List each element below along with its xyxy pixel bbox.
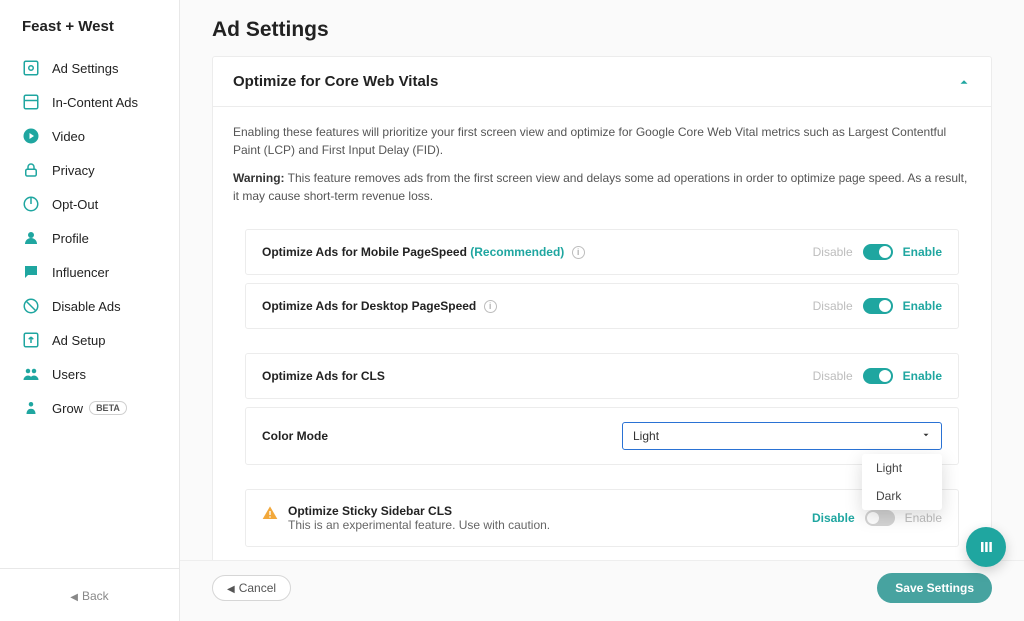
person-icon — [22, 229, 40, 247]
chevron-up-icon — [957, 75, 971, 89]
card-title: Optimize for Core Web Vitals — [233, 73, 438, 90]
brand: Feast + West — [0, 0, 179, 45]
sidebar-item-opt-out[interactable]: Opt-Out — [0, 187, 179, 221]
disable-label: Disable — [813, 299, 853, 313]
disable-label: Disable — [812, 511, 855, 525]
setting-cls: Optimize Ads for CLS Disable Enable — [245, 353, 959, 399]
dropdown-option-light[interactable]: Light — [862, 454, 942, 482]
sidebar-item-grow[interactable]: Grow BETA — [0, 391, 179, 425]
enable-label: Enable — [905, 511, 942, 525]
setting-desktop-pagespeed: Optimize Ads for Desktop PageSpeed i Dis… — [245, 283, 959, 329]
sidebar-item-label: Profile — [52, 231, 89, 246]
sidebar-item-label: Grow — [52, 401, 83, 416]
setting-sticky-sidebar-cls: Optimize Sticky Sidebar CLS This is an e… — [245, 489, 959, 547]
page-title: Ad Settings — [180, 0, 1024, 56]
save-settings-button[interactable]: Save Settings — [877, 573, 992, 603]
sidebar-item-label: Privacy — [52, 163, 95, 178]
sidebar-item-label: Ad Settings — [52, 61, 119, 76]
sidebar-item-label: Video — [52, 129, 85, 144]
enable-label: Enable — [903, 245, 942, 259]
sidebar-item-profile[interactable]: Profile — [0, 221, 179, 255]
toggle-cls[interactable] — [863, 368, 893, 384]
dropdown-option-dark[interactable]: Dark — [862, 482, 942, 510]
enable-label: Enable — [903, 299, 942, 313]
card-warning: Warning: This feature removes ads from t… — [233, 169, 971, 205]
card-description: Enabling these features will prioritize … — [233, 123, 971, 159]
card-header[interactable]: Optimize for Core Web Vitals — [213, 57, 991, 107]
sidebar-item-ad-settings[interactable]: Ad Settings — [0, 51, 179, 85]
setting-label: Color Mode — [262, 429, 328, 443]
chevron-left-icon: ◀ — [227, 584, 235, 595]
setting-label: Optimize Sticky Sidebar CLS — [288, 504, 550, 518]
sidebar-item-privacy[interactable]: Privacy — [0, 153, 179, 187]
power-icon — [22, 195, 40, 213]
disable-label: Disable — [813, 369, 853, 383]
sidebar-item-label: Ad Setup — [52, 333, 106, 348]
settings-group: Optimize Ads for Mobile PageSpeed (Recom… — [233, 205, 971, 547]
card-body: Enabling these features will prioritize … — [213, 107, 991, 560]
disable-label: Disable — [813, 245, 853, 259]
help-fab[interactable] — [966, 527, 1006, 567]
grow-icon — [22, 399, 40, 417]
main: Ad Settings Optimize for Core Web Vitals… — [180, 0, 1024, 621]
footer: ◀ Cancel Save Settings — [180, 560, 1024, 621]
sidebar-item-video[interactable]: Video — [0, 119, 179, 153]
enable-label: Enable — [903, 369, 942, 383]
warning-icon — [262, 505, 278, 521]
select-value: Light — [633, 429, 659, 443]
content: Optimize for Core Web Vitals Enabling th… — [180, 56, 1024, 560]
setting-label: Optimize Ads for Desktop PageSpeed — [262, 299, 476, 313]
chevron-down-icon — [921, 429, 931, 443]
users-icon — [22, 365, 40, 383]
lock-icon — [22, 161, 40, 179]
sidebar-item-label: Disable Ads — [52, 299, 121, 314]
chevron-left-icon: ◀ — [70, 592, 78, 603]
core-web-vitals-card: Optimize for Core Web Vitals Enabling th… — [212, 56, 992, 560]
toggle-sticky-sidebar[interactable] — [865, 510, 895, 526]
sidebar-item-disable-ads[interactable]: Disable Ads — [0, 289, 179, 323]
sidebar: Feast + West Ad Settings In-Content Ads … — [0, 0, 180, 621]
sidebar-item-ad-setup[interactable]: Ad Setup — [0, 323, 179, 357]
play-icon — [22, 127, 40, 145]
sidebar-item-label: In-Content Ads — [52, 95, 138, 110]
boxed-arrow-icon — [22, 331, 40, 349]
setting-label: Optimize Ads for Mobile PageSpeed — [262, 245, 467, 259]
color-mode-dropdown: Light Dark — [862, 454, 942, 510]
setting-label: Optimize Ads for CLS — [262, 369, 385, 383]
back-button[interactable]: ◀ Back — [0, 569, 179, 621]
setting-mobile-pagespeed: Optimize Ads for Mobile PageSpeed (Recom… — [245, 229, 959, 275]
info-icon[interactable]: i — [484, 300, 497, 313]
sidebar-item-label: Influencer — [52, 265, 109, 280]
toggle-desktop-pagespeed[interactable] — [863, 298, 893, 314]
setting-sub: This is an experimental feature. Use wit… — [288, 518, 550, 532]
sidebar-nav: Ad Settings In-Content Ads Video Privacy… — [0, 45, 179, 568]
sidebar-item-label: Users — [52, 367, 86, 382]
sidebar-item-in-content-ads[interactable]: In-Content Ads — [0, 85, 179, 119]
chat-icon — [22, 263, 40, 281]
no-entry-icon — [22, 297, 40, 315]
info-icon[interactable]: i — [572, 246, 585, 259]
layout-icon — [22, 93, 40, 111]
color-mode-select[interactable]: Light — [622, 422, 942, 450]
beta-badge: BETA — [89, 401, 127, 415]
toggle-mobile-pagespeed[interactable] — [863, 244, 893, 260]
cancel-label: Cancel — [239, 581, 276, 595]
logo-icon — [976, 537, 996, 557]
sidebar-item-users[interactable]: Users — [0, 357, 179, 391]
sidebar-item-label: Opt-Out — [52, 197, 98, 212]
back-label: Back — [82, 589, 109, 603]
sidebar-item-influencer[interactable]: Influencer — [0, 255, 179, 289]
boxed-gear-icon — [22, 59, 40, 77]
setting-color-mode: Color Mode Light Light Dark — [245, 407, 959, 465]
cancel-button[interactable]: ◀ Cancel — [212, 575, 291, 601]
recommended-label: (Recommended) — [470, 245, 564, 259]
